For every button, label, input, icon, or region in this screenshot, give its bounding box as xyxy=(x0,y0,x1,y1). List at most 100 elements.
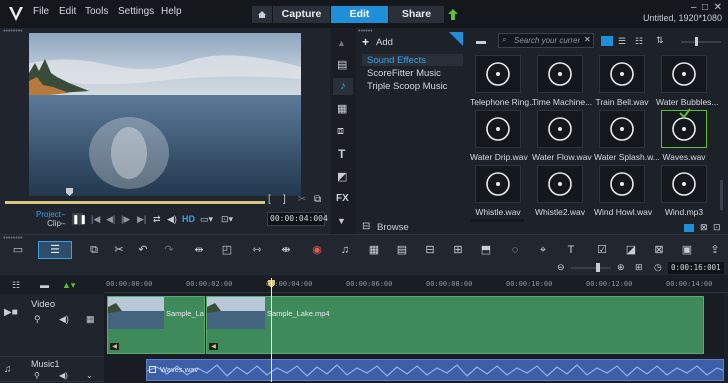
track-link-icon[interactable]: ⚲ xyxy=(34,314,41,325)
search-box[interactable]: ⌕ Search your current... ✕ xyxy=(498,33,594,48)
split-clip-icon[interactable]: ✂ xyxy=(298,194,306,205)
subtitle-icon[interactable]: ⊟ xyxy=(423,244,437,256)
instant-project-icon[interactable]: ▦ xyxy=(337,102,347,115)
mask-creator-icon[interactable]: ◌ xyxy=(508,244,522,256)
ripple-edit-icon[interactable]: ▬ xyxy=(40,280,49,290)
category-sound-effects[interactable]: Sound Effects xyxy=(367,55,426,66)
add-marker-icon[interactable]: ▲▾ xyxy=(62,280,75,291)
panel-grip[interactable]: •••••• xyxy=(358,28,373,35)
browse-icon[interactable]: ⊟ xyxy=(362,221,370,232)
repeat-icon[interactable]: ⇄ xyxy=(153,214,161,226)
thumbnail-size-slider[interactable] xyxy=(681,41,721,43)
clip-mode[interactable]: Clip– xyxy=(36,219,65,228)
track-options-icon[interactable]: ☷ xyxy=(12,280,20,291)
tab-share[interactable]: Share xyxy=(389,6,444,23)
audio-ducking-icon[interactable]: ▣ xyxy=(680,244,694,256)
scroll-down-icon[interactable]: ▼ xyxy=(337,216,346,226)
motion-track-icon[interactable]: ▤ xyxy=(395,244,409,256)
mark-in-button[interactable]: [ xyxy=(268,194,271,205)
transition-icon[interactable]: ⧈ xyxy=(337,125,344,138)
color-grading-icon[interactable]: ◪ xyxy=(624,244,638,256)
add-button[interactable]: Add xyxy=(376,37,393,48)
home-button-icon[interactable]: |◀ xyxy=(91,214,100,226)
record-icon[interactable]: ◉ xyxy=(310,244,324,256)
clock-icon[interactable]: ◷ xyxy=(654,262,662,273)
video-clip[interactable]: Sample_Lake.mp4 ◀ xyxy=(206,296,704,354)
tab-capture[interactable]: Capture xyxy=(273,6,330,23)
time-remap-icon[interactable]: ⬒ xyxy=(479,244,493,256)
timecode-display[interactable]: 00:00:04:004 xyxy=(267,212,328,226)
zoom-out-icon[interactable]: ⊖ xyxy=(557,262,565,273)
add-icon[interactable]: + xyxy=(362,35,369,49)
hd-preview-toggle[interactable]: HD xyxy=(182,214,195,226)
ripple-icon[interactable]: ⇿ xyxy=(250,244,264,256)
storyboard-view-icon[interactable]: ▭ xyxy=(11,244,25,256)
media-library-icon[interactable]: ▤ xyxy=(337,58,347,71)
trim-icon[interactable]: ⇹ xyxy=(192,244,206,256)
menu-tools[interactable]: Tools xyxy=(85,6,108,17)
scroll-up-icon[interactable]: ▲ xyxy=(337,38,346,48)
project-duration[interactable]: 0:00:16:001 xyxy=(668,262,724,274)
graphics-icon[interactable]: ◩ xyxy=(337,170,347,183)
music-track-name[interactable]: Music1 xyxy=(31,359,60,369)
redo-icon[interactable]: ↷ xyxy=(162,244,176,256)
snapshot-icon[interactable]: ◰ xyxy=(220,244,234,256)
library-scrollbar[interactable] xyxy=(720,180,723,210)
filter-fx-icon[interactable]: FX xyxy=(336,193,349,204)
folder-icon[interactable]: ▬ xyxy=(476,36,486,47)
video-track-name[interactable]: Video xyxy=(31,299,55,310)
enlarge-preview-icon[interactable]: ⧉ xyxy=(314,194,321,205)
previous-frame-button[interactable]: ◀| xyxy=(106,214,115,226)
mark-icon[interactable]: ☑ xyxy=(595,244,609,256)
track-grid-icon[interactable]: ▦ xyxy=(86,314,95,325)
split-screen-icon[interactable]: ⊠ xyxy=(652,244,666,256)
zoom-slider-handle[interactable] xyxy=(596,263,600,272)
track-link-icon[interactable]: ⚲ xyxy=(34,371,40,380)
track-volume-icon[interactable]: ◀) xyxy=(59,314,69,325)
3d-title-icon[interactable]: T xyxy=(564,244,578,256)
thumbnail-view-icon[interactable] xyxy=(601,36,613,46)
clear-search-icon[interactable]: ✕ xyxy=(584,35,591,44)
panel-grip[interactable]: •••••••• xyxy=(3,28,23,35)
view-toggle-icon[interactable] xyxy=(684,224,694,232)
track-expand-icon[interactable]: ⌄ xyxy=(86,371,93,380)
audio-clip[interactable]: Waves.wav xyxy=(146,359,724,381)
tab-edit[interactable]: Edit xyxy=(331,6,388,23)
sort-icon[interactable]: ⇅ xyxy=(656,35,664,46)
mark-out-button[interactable]: ] xyxy=(283,194,286,205)
home-button[interactable] xyxy=(252,6,272,23)
project-clip-toggle[interactable]: Project– Clip– xyxy=(36,210,65,228)
aspect-ratio-dropdown[interactable]: ▭▾ xyxy=(200,214,213,226)
category-triple-scoop[interactable]: Triple Scoop Music xyxy=(367,81,447,92)
multi-camera-icon[interactable]: ⊞ xyxy=(451,244,465,256)
menu-edit[interactable]: Edit xyxy=(59,6,76,17)
upload-icon[interactable] xyxy=(448,9,458,20)
fit-icon[interactable]: ⊠ xyxy=(700,222,708,233)
audio-mixer-icon[interactable]: ♫ xyxy=(338,244,352,256)
video-clip[interactable]: Sample_Lak ◀ xyxy=(107,296,205,354)
menu-file[interactable]: File xyxy=(33,6,49,17)
list-view-icon[interactable]: ☰ xyxy=(618,36,626,47)
next-frame-button[interactable]: |▶ xyxy=(121,214,130,226)
menu-help[interactable]: Help xyxy=(161,6,182,17)
browse-button[interactable]: Browse xyxy=(377,222,409,233)
export-icon[interactable]: ⇪ xyxy=(708,244,722,256)
fit-project-icon[interactable]: ⊞ xyxy=(635,262,643,273)
panel-grip[interactable]: •••••••• xyxy=(3,235,23,242)
zoom-slider[interactable] xyxy=(571,267,611,269)
project-mode[interactable]: Project– xyxy=(36,210,65,219)
tools-icon[interactable]: ✂ xyxy=(112,244,126,256)
track-manager-icon[interactable]: ⧉ xyxy=(87,244,101,256)
end-button[interactable]: ▶| xyxy=(137,214,146,226)
title-icon[interactable]: T xyxy=(338,147,345,161)
slider-handle[interactable] xyxy=(695,37,698,46)
auto-music-icon[interactable]: ▦ xyxy=(367,244,381,256)
track-volume-icon[interactable]: ◀) xyxy=(59,371,68,380)
split-icon[interactable]: ⇼ xyxy=(279,244,293,256)
category-scorefitter[interactable]: ScoreFitter Music xyxy=(367,68,441,79)
zoom-in-icon[interactable]: ⊕ xyxy=(617,262,625,273)
timeline-view-button[interactable]: ☰ xyxy=(38,241,72,259)
volume-icon[interactable]: ◀) xyxy=(167,214,177,226)
menu-settings[interactable]: Settings xyxy=(118,6,154,17)
undo-icon[interactable]: ↶ xyxy=(136,244,150,256)
